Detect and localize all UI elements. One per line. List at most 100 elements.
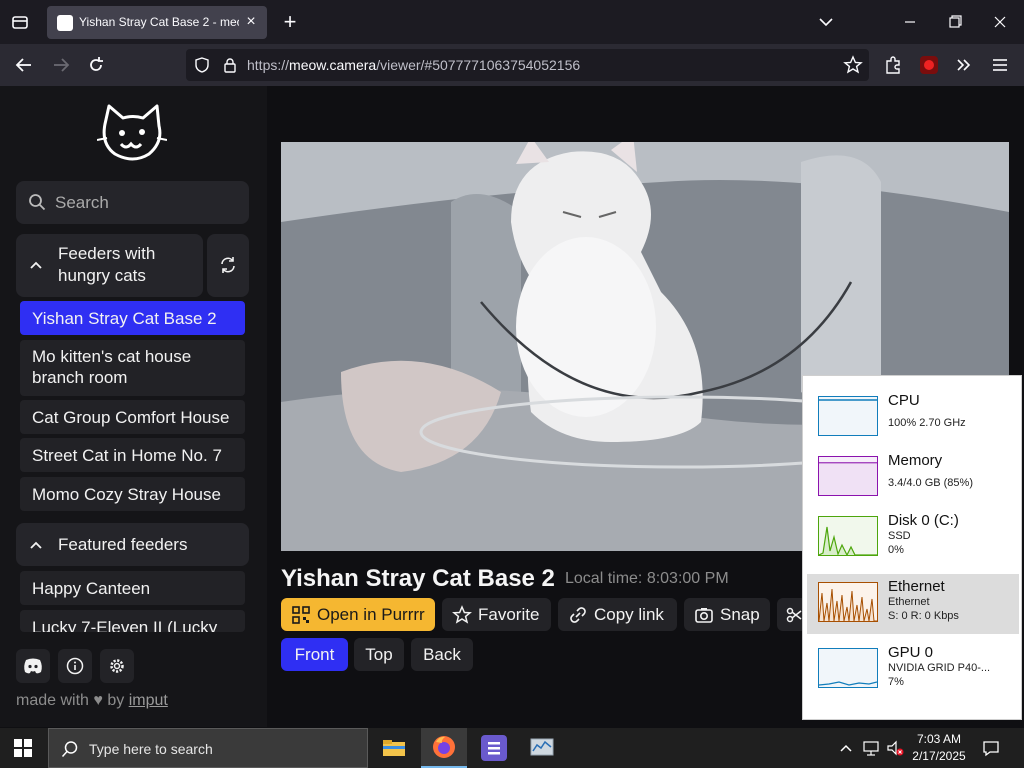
featured-item[interactable]: Lucky 7-Eleven II (Lucky xyxy=(20,610,245,632)
clock-time[interactable]: 7:03 AM xyxy=(912,732,966,746)
open-label: Open in Purrrr xyxy=(317,605,425,624)
camera-title: Yishan Stray Cat Base 2 xyxy=(281,565,555,592)
firefox-taskbar-button[interactable] xyxy=(421,728,467,768)
search-icon xyxy=(61,740,79,758)
featured-item[interactable]: Happy Canteen xyxy=(20,571,245,605)
clock-date[interactable]: 2/17/2025 xyxy=(910,749,968,763)
browser-nav-bar: https://meow.camera/viewer/#507777106375… xyxy=(0,44,1024,86)
section-header-featured[interactable]: Featured feeders xyxy=(16,523,249,566)
info-button[interactable] xyxy=(58,649,92,683)
tab-list-chevron-icon[interactable] xyxy=(816,12,836,32)
feeder-item[interactable]: Cat Group Comfort House xyxy=(20,400,245,434)
task-manager-icon[interactable] xyxy=(529,735,555,761)
bookmark-star-icon[interactable] xyxy=(843,55,863,75)
app-icon[interactable] xyxy=(481,735,507,761)
taskbar-search-placeholder: Type here to search xyxy=(89,741,213,757)
feeder-item[interactable]: Street Cat in Home No. 7 xyxy=(20,438,245,472)
local-time: Local time: 8:03:00 PM xyxy=(565,570,729,587)
browser-tab-active[interactable]: Yishan Stray Cat Base 2 - meow.camera × xyxy=(47,6,267,39)
tab-overview-icon[interactable] xyxy=(10,12,30,32)
task-manager-performance-panel: CPU 100% 2.70 GHz Memory 3.4/4.0 GB (85%… xyxy=(802,375,1022,720)
firefox-icon xyxy=(431,734,457,760)
footer-credit: made with ♥ by imput xyxy=(16,692,168,710)
snap-button[interactable]: Snap xyxy=(684,598,770,631)
tm-disk-row[interactable]: Disk 0 (C:) SSD 0% xyxy=(807,508,1019,568)
windows-start-icon[interactable] xyxy=(14,739,32,757)
view-back-button[interactable]: Back xyxy=(411,638,473,671)
ethernet-throughput: S: 0 R: 0 Kbps xyxy=(888,610,959,622)
search-icon xyxy=(28,193,46,211)
copy-label: Copy link xyxy=(594,605,664,624)
discord-icon xyxy=(23,657,43,675)
gear-icon xyxy=(108,657,126,675)
disk-type: SSD xyxy=(888,530,911,542)
ublock-icon[interactable] xyxy=(920,56,938,74)
gpu-graph xyxy=(818,648,878,688)
tm-cpu-row[interactable]: CPU 100% 2.70 GHz xyxy=(807,388,1019,448)
search-placeholder: Search xyxy=(55,193,109,212)
back-arrow-icon[interactable] xyxy=(14,55,34,75)
address-bar[interactable]: https://meow.camera/viewer/#507777106375… xyxy=(186,49,869,81)
footer-link[interactable]: imput xyxy=(129,692,168,709)
ethernet-name: Ethernet xyxy=(888,578,945,595)
gpu-usage: 7% xyxy=(888,676,904,688)
notifications-icon[interactable] xyxy=(982,739,1000,757)
chevron-up-icon xyxy=(29,258,43,272)
settings-button[interactable] xyxy=(100,649,134,683)
forward-arrow-icon[interactable] xyxy=(51,55,71,75)
tm-memory-row[interactable]: Memory 3.4/4.0 GB (85%) xyxy=(807,448,1019,508)
memory-detail: 3.4/4.0 GB (85%) xyxy=(888,477,973,489)
site-logo[interactable] xyxy=(97,102,167,164)
camera-icon xyxy=(694,605,714,625)
shield-icon[interactable] xyxy=(194,57,210,73)
network-icon[interactable] xyxy=(862,739,880,757)
maximize-icon[interactable] xyxy=(945,12,965,32)
footer-text: made with xyxy=(16,692,89,709)
view-top-button[interactable]: Top xyxy=(354,638,404,671)
open-in-purrrr-button[interactable]: Open in Purrrr xyxy=(281,598,435,631)
memory-name: Memory xyxy=(888,452,943,469)
hamburger-menu-icon[interactable] xyxy=(990,55,1010,75)
star-icon xyxy=(452,605,472,625)
disk-graph xyxy=(818,516,878,556)
section-title-feeders: Feeders with hungry cats xyxy=(58,244,156,285)
feeder-item[interactable]: Yishan Stray Cat Base 2 xyxy=(20,301,245,335)
search-input[interactable]: Search xyxy=(16,181,249,224)
close-tab-icon[interactable]: × xyxy=(243,14,259,30)
minimize-icon[interactable] xyxy=(900,12,920,32)
lock-icon[interactable] xyxy=(222,57,238,73)
snap-label: Snap xyxy=(720,605,760,624)
show-hidden-icons-chevron-icon[interactable] xyxy=(838,740,854,756)
volume-muted-icon[interactable] xyxy=(886,739,904,757)
disk-name: Disk 0 (C:) xyxy=(888,512,959,529)
gpu-name: GPU 0 xyxy=(888,644,934,661)
new-tab-icon[interactable]: + xyxy=(280,11,300,33)
refresh-button[interactable] xyxy=(207,234,249,297)
feeder-item[interactable]: Mo kitten's cat house branch room xyxy=(20,340,245,396)
windows-taskbar: Type here to search 7:03 AM 2/17/2025 xyxy=(0,728,1024,768)
sidebar: Search Feeders with hungry cats Yishan S… xyxy=(0,86,267,727)
tm-gpu-row[interactable]: GPU 0 NVIDIA GRID P40-... 7% xyxy=(807,640,1019,700)
gpu-model: NVIDIA GRID P40-... xyxy=(888,662,991,674)
favorite-button[interactable]: Favorite xyxy=(442,598,551,631)
tm-ethernet-row[interactable]: Ethernet Ethernet S: 0 R: 0 Kbps xyxy=(807,574,1019,634)
discord-button[interactable] xyxy=(16,649,50,683)
chevron-up-icon xyxy=(29,538,43,552)
cpu-detail: 100% 2.70 GHz xyxy=(888,417,966,429)
copy-link-button[interactable]: Copy link xyxy=(558,598,677,631)
extensions-puzzle-icon[interactable] xyxy=(883,55,903,75)
info-icon xyxy=(66,657,84,675)
section-header-feeders[interactable]: Feeders with hungry cats xyxy=(16,234,203,297)
close-window-icon[interactable] xyxy=(990,12,1010,32)
footer-by: by xyxy=(107,692,125,709)
url-text[interactable]: https://meow.camera/viewer/#507777106375… xyxy=(247,57,580,73)
disk-usage: 0% xyxy=(888,544,904,556)
feeder-item[interactable]: Momo Cozy Stray House xyxy=(20,477,245,511)
view-front-button[interactable]: Front xyxy=(281,638,348,671)
file-explorer-icon[interactable] xyxy=(380,734,408,762)
reload-icon[interactable] xyxy=(86,55,106,75)
heart-icon: ♥ xyxy=(93,692,103,709)
tab-title: Yishan Stray Cat Base 2 - meow.camera xyxy=(79,15,239,29)
overflow-chevrons-icon[interactable] xyxy=(954,55,974,75)
taskbar-search-box[interactable]: Type here to search xyxy=(48,728,368,768)
